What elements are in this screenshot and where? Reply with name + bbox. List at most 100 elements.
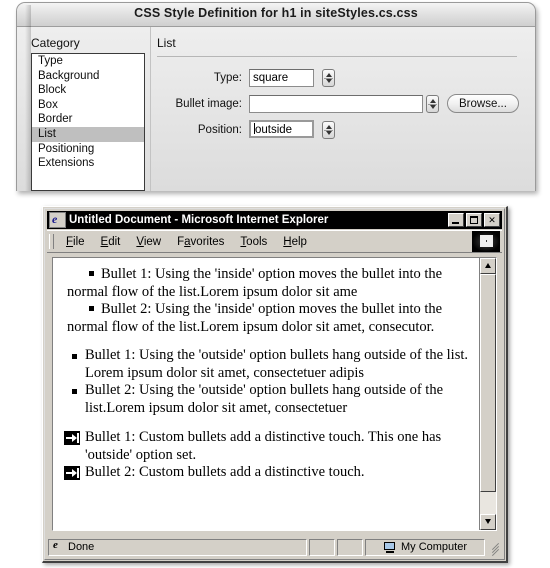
ie-document-frame: Bullet 1: Using the 'inside' option move…: [52, 257, 497, 531]
list-item-text: Bullet 1: Using the 'outside' option bul…: [85, 347, 469, 381]
category-item-extensions[interactable]: Extensions: [32, 156, 144, 171]
list-item-text: Bullet 2: Using the 'inside' option move…: [67, 301, 443, 335]
list-item-text: Bullet 2: Using the 'outside' option bul…: [85, 382, 444, 416]
scroll-up-arrow-icon: [485, 263, 491, 268]
position-input[interactable]: outside: [249, 120, 314, 138]
dialog-body: Category List Type Background Block Box …: [17, 27, 535, 191]
list-item-text: Bullet 1: Custom bullets add a distincti…: [85, 429, 442, 463]
status-message-panel: e Done: [48, 538, 307, 556]
category-item-border[interactable]: Border: [32, 112, 144, 127]
minimize-icon: [452, 222, 459, 224]
category-item-type[interactable]: Type: [32, 54, 144, 69]
status-e-glyph: e: [53, 538, 58, 551]
scroll-down-button[interactable]: [480, 514, 496, 530]
square-bullet-icon: [72, 354, 77, 359]
type-stepper-down-icon[interactable]: [326, 79, 332, 83]
list-item: Bullet 1: Using the 'inside' option move…: [67, 266, 473, 301]
category-item-list[interactable]: List: [32, 126, 144, 142]
list-item: Bullet 1: Using the 'outside' option bul…: [72, 347, 473, 382]
pane-title-rule: [157, 56, 517, 57]
ie-statusbar: e Done My Computer: [47, 537, 502, 557]
scrollbar-track[interactable]: [480, 274, 496, 514]
position-stepper-up-icon[interactable]: [326, 125, 332, 129]
position-stepper[interactable]: [322, 121, 335, 139]
category-item-box[interactable]: Box: [32, 98, 144, 113]
close-icon: ✕: [488, 214, 496, 225]
ie-menubar: File Edit View Favorites Tools Help: [47, 230, 502, 252]
close-button[interactable]: ✕: [484, 213, 500, 227]
bullet-image-label: Bullet image:: [175, 98, 242, 110]
arrow-bar: [77, 433, 79, 443]
ie-e-glyph: e: [52, 212, 58, 226]
type-input[interactable]: square: [249, 69, 314, 87]
screenshot-root: CSS Style Definition for h1 in siteStyle…: [0, 0, 550, 568]
ie-logo-flag: [480, 235, 493, 247]
list-inside-group: Bullet 1: Using the 'inside' option move…: [63, 266, 473, 336]
menu-edit[interactable]: Edit: [93, 235, 129, 249]
status-panel-2: [309, 538, 335, 556]
monitor-screen: [383, 541, 395, 550]
status-message: Done: [68, 541, 95, 553]
position-input-value: outside: [255, 124, 293, 136]
scroll-up-button[interactable]: [480, 258, 496, 274]
ie-window-inner-frame: e Untitled Document - Microsoft Internet…: [44, 208, 505, 560]
css-style-definition-dialog: CSS Style Definition for h1 in siteStyle…: [16, 2, 536, 191]
square-bullet-icon: [89, 271, 94, 276]
menu-file[interactable]: File: [58, 235, 93, 249]
monitor-base: [385, 550, 394, 553]
ie-app-icon: e: [49, 212, 66, 228]
vertical-scrollbar[interactable]: [479, 258, 496, 530]
status-zone-label: My Computer: [400, 541, 468, 553]
list-item: Bullet 1: Custom bullets add a distincti…: [64, 429, 473, 464]
arrow-bullet-icon: [64, 431, 80, 445]
ie-window-controls: ✕: [448, 213, 500, 227]
category-label: Category: [31, 36, 80, 50]
ie-titlebar[interactable]: e Untitled Document - Microsoft Internet…: [47, 211, 502, 229]
ie-document-content: Bullet 1: Using the 'inside' option move…: [53, 258, 479, 530]
menu-tools[interactable]: Tools: [232, 235, 275, 249]
type-stepper-up-icon[interactable]: [326, 73, 332, 77]
pane-title: List: [157, 36, 176, 50]
browse-button[interactable]: Browse...: [447, 94, 519, 113]
menu-help[interactable]: Help: [275, 235, 315, 249]
my-computer-icon: [383, 541, 397, 553]
menu-view[interactable]: View: [128, 235, 169, 249]
internet-explorer-window: e Untitled Document - Microsoft Internet…: [42, 206, 508, 563]
category-item-background[interactable]: Background: [32, 69, 144, 84]
category-item-positioning[interactable]: Positioning: [32, 142, 144, 157]
position-label: Position:: [197, 124, 242, 136]
dialog-titlebar[interactable]: CSS Style Definition for h1 in siteStyle…: [17, 3, 535, 27]
menu-favorites[interactable]: Favorites: [169, 235, 232, 249]
type-label: Type:: [213, 72, 242, 84]
type-stepper[interactable]: [322, 69, 335, 87]
ie-window-title: Untitled Document - Microsoft Internet E…: [69, 214, 329, 226]
category-listbox[interactable]: Type Background Block Box Border List Po…: [31, 53, 145, 191]
bullet-image-input[interactable]: [249, 95, 423, 113]
resize-grip[interactable]: [487, 539, 501, 556]
menubar-grip-handle[interactable]: [49, 234, 54, 249]
list-custom-group: Bullet 1: Custom bullets add a distincti…: [63, 429, 473, 482]
bullet-image-stepper-down-icon[interactable]: [430, 105, 436, 109]
list-item: Bullet 2: Using the 'outside' option bul…: [72, 382, 473, 417]
scroll-down-arrow-icon: [485, 519, 491, 524]
minimize-button[interactable]: [448, 213, 464, 227]
category-item-block[interactable]: Block: [32, 83, 144, 98]
bullet-image-stepper-up-icon[interactable]: [430, 99, 436, 103]
ie-throbber-logo-icon[interactable]: [472, 231, 500, 252]
status-ie-icon: e: [51, 538, 65, 554]
dialog-left-shadow: [25, 5, 31, 191]
list-item-text: Bullet 1: Using the 'inside' option move…: [67, 266, 443, 300]
square-bullet-icon: [89, 306, 94, 311]
list-item: Bullet 2: Using the 'inside' option move…: [67, 301, 473, 336]
scrollbar-thumb[interactable]: [480, 274, 496, 492]
dialog-title: CSS Style Definition for h1 in siteStyle…: [134, 6, 418, 20]
position-stepper-down-icon[interactable]: [326, 131, 332, 135]
status-zone-panel: My Computer: [365, 538, 485, 556]
square-bullet-icon: [72, 389, 77, 394]
arrow-bar: [77, 468, 79, 478]
bullet-image-stepper[interactable]: [426, 95, 439, 113]
maximize-icon: [470, 216, 478, 224]
list-item-text: Bullet 2: Custom bullets add a distincti…: [85, 464, 365, 480]
maximize-button[interactable]: [466, 213, 482, 227]
status-panel-3: [337, 538, 363, 556]
